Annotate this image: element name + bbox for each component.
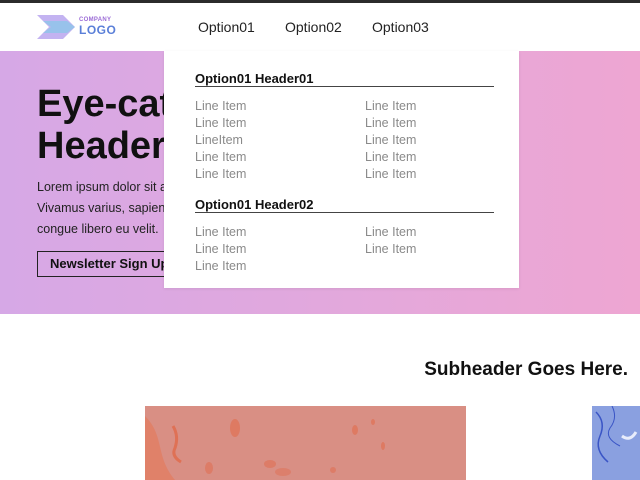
dropdown-link[interactable]: Line Item — [195, 241, 246, 258]
dropdown-link[interactable]: Line Item — [195, 224, 246, 241]
dropdown-link[interactable]: Line Item — [195, 98, 246, 115]
nav-option03[interactable]: Option03 — [372, 19, 429, 35]
dropdown-column: Line Item Line Item LineItem Line Item L… — [195, 98, 246, 183]
dropdown-header: Option01 Header01 — [195, 71, 314, 86]
logo-text: LOGO — [79, 23, 117, 37]
dropdown-divider — [195, 86, 494, 87]
nav-option01[interactable]: Option01 — [198, 19, 255, 35]
nav-dropdown-menu: Option01 Header01 Line Item Line Item Li… — [164, 51, 519, 288]
site-header: COMPANY LOGO Option01 Option02 Option03 — [0, 3, 640, 51]
logo-icon — [37, 15, 75, 39]
dropdown-column: Line Item Line Item Line Item Line Item … — [365, 98, 416, 183]
dropdown-link[interactable]: Line Item — [195, 166, 246, 183]
feature-image[interactable] — [145, 406, 466, 480]
dropdown-link[interactable]: Line Item — [365, 224, 416, 241]
dropdown-column: Line Item Line Item — [365, 224, 416, 258]
nav-option02[interactable]: Option02 — [285, 19, 342, 35]
dropdown-link[interactable]: Line Item — [195, 149, 246, 166]
dropdown-link[interactable]: Line Item — [195, 258, 246, 275]
feature-image[interactable] — [592, 406, 640, 480]
dropdown-header: Option01 Header02 — [195, 197, 314, 212]
dropdown-column: Line Item Line Item Line Item — [195, 224, 246, 275]
company-logo[interactable]: COMPANY LOGO — [37, 13, 117, 41]
dropdown-link[interactable]: Line Item — [365, 166, 416, 183]
dropdown-link[interactable]: Line Item — [365, 149, 416, 166]
dropdown-link[interactable]: Line Item — [365, 115, 416, 132]
dropdown-link[interactable]: LineItem — [195, 132, 246, 149]
dropdown-link[interactable]: Line Item — [365, 98, 416, 115]
paint-splatter-image — [145, 406, 466, 480]
dropdown-link[interactable]: Line Item — [365, 132, 416, 149]
dropdown-link[interactable]: Line Item — [195, 115, 246, 132]
newsletter-signup-button[interactable]: Newsletter Sign Up — [37, 251, 182, 277]
dropdown-divider — [195, 212, 494, 213]
dropdown-link[interactable]: Line Item — [365, 241, 416, 258]
section-subheader: Subheader Goes Here. — [424, 359, 628, 380]
blue-texture-image — [592, 406, 640, 480]
